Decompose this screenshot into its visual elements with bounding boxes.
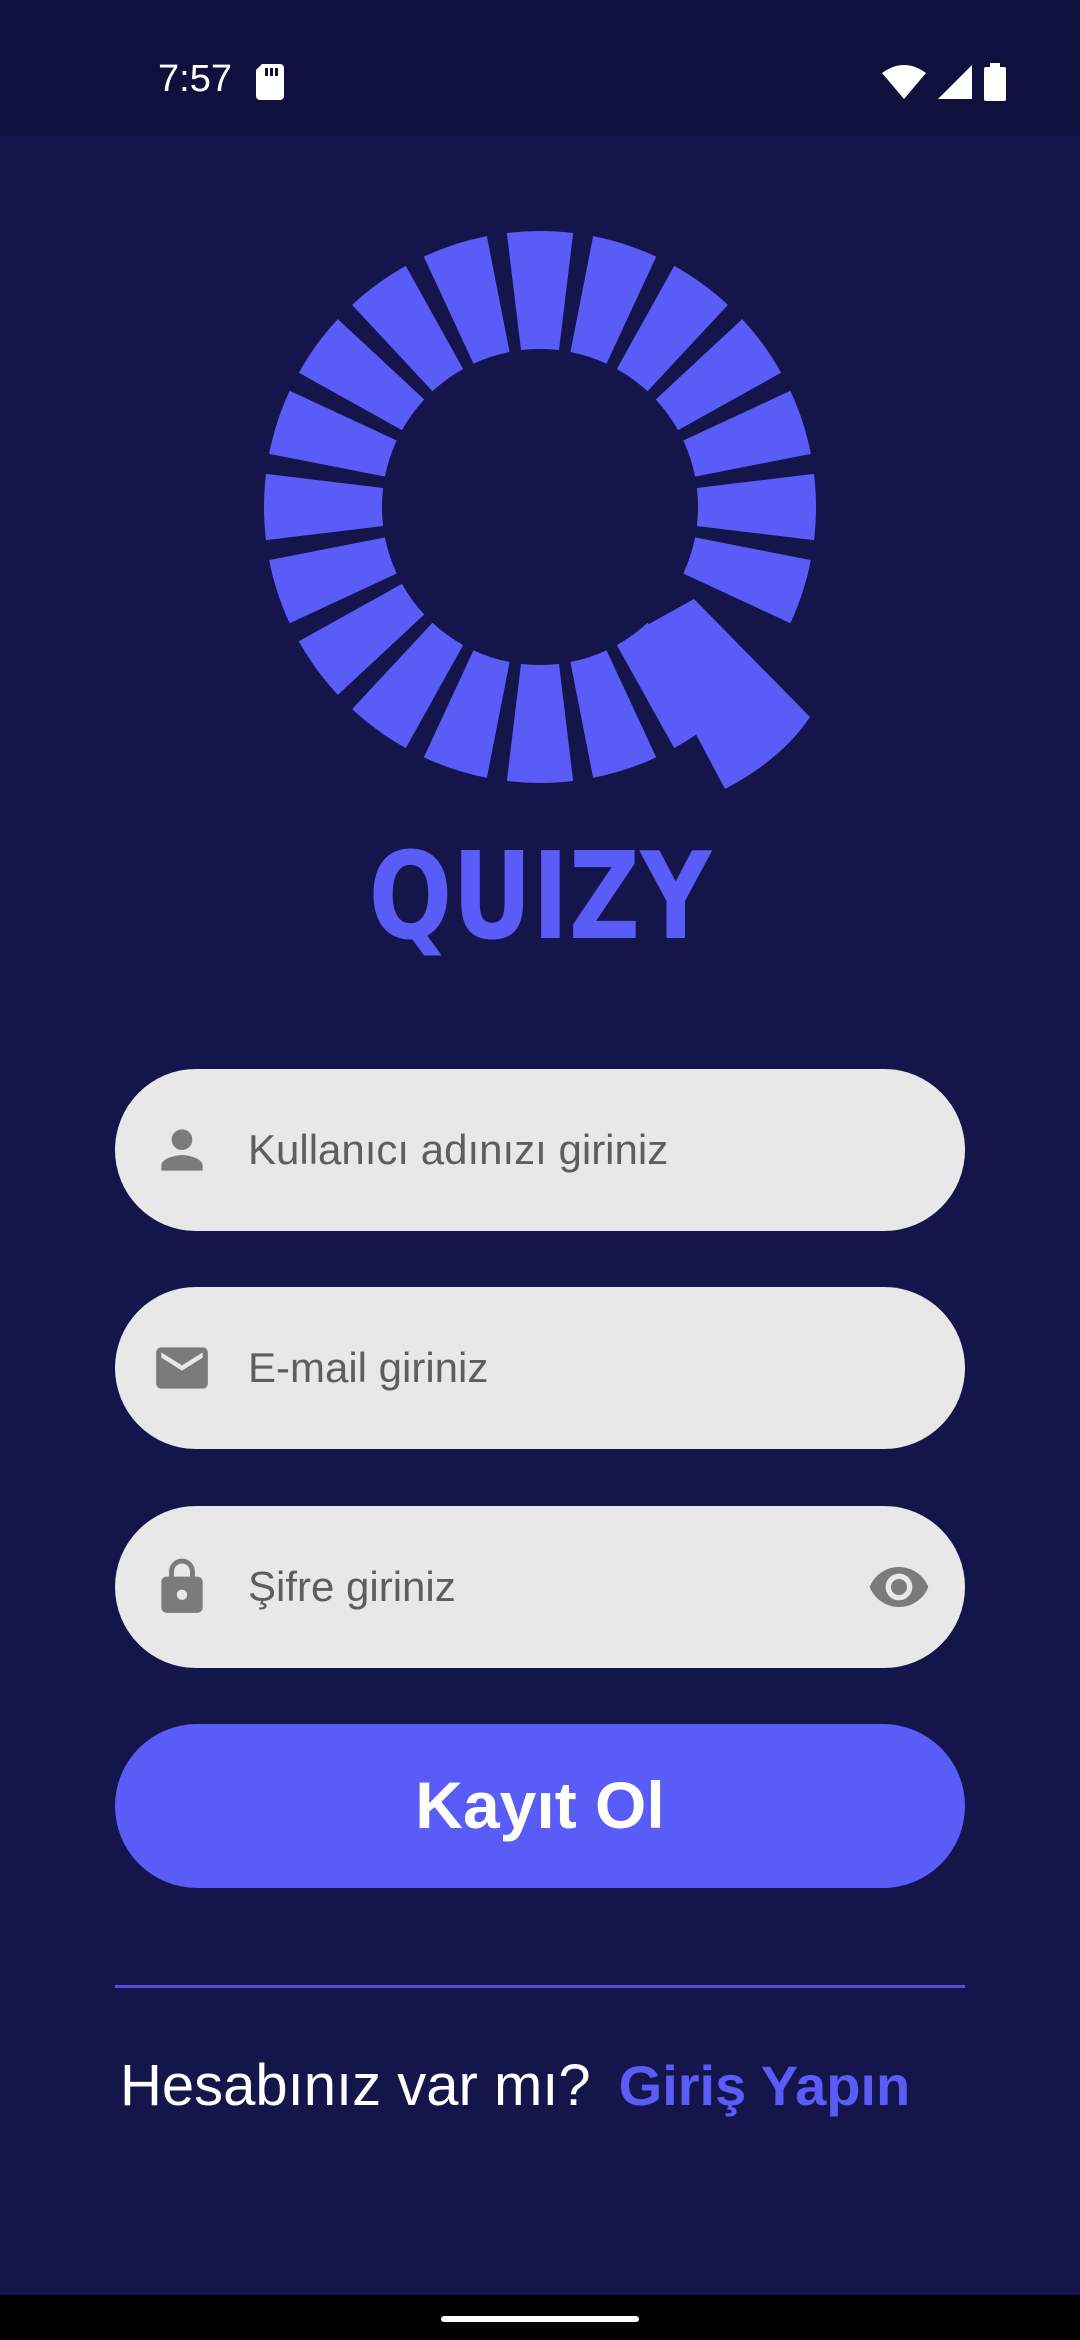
mail-icon — [156, 1347, 208, 1389]
logo-segment — [506, 663, 574, 784]
logo-segment — [696, 473, 816, 541]
eye-icon[interactable] — [867, 1555, 931, 1619]
status-icons — [882, 62, 1006, 102]
email-field[interactable]: E-mail giriniz — [115, 1287, 965, 1449]
person-icon — [161, 1129, 203, 1171]
username-field[interactable]: Kullanıcı adınızı giriniz — [115, 1069, 965, 1231]
login-prompt: Hesabınız var mı? Giriş Yapın — [120, 2052, 910, 2119]
home-gesture-handle[interactable] — [441, 2316, 639, 2322]
register-screen: 7:57 QUIZY Kullanıcı adınızı giriniz E-m… — [0, 0, 1080, 2340]
cell-signal-icon — [938, 65, 972, 99]
username-placeholder: Kullanıcı adınızı giriniz — [248, 1126, 669, 1173]
status-bar: 7:57 — [0, 0, 1080, 136]
divider — [115, 1985, 965, 1988]
q-logo-icon — [264, 231, 816, 789]
login-question: Hesabınız var mı? — [120, 2053, 591, 2118]
wifi-icon — [882, 65, 926, 99]
logo-segment — [506, 231, 574, 351]
logo-segment — [264, 473, 384, 541]
password-field[interactable]: Şifre giriniz — [115, 1506, 965, 1668]
email-placeholder: E-mail giriniz — [248, 1344, 489, 1391]
register-button[interactable]: Kayıt Ol — [115, 1724, 965, 1888]
status-time: 7:57 — [158, 58, 232, 100]
quizy-logo — [262, 224, 818, 790]
app-title: QUIZY — [368, 828, 712, 967]
login-link[interactable]: Giriş Yapın — [619, 2053, 911, 2118]
password-placeholder: Şifre giriniz — [248, 1563, 456, 1610]
sd-card-icon — [256, 64, 284, 100]
battery-icon — [984, 63, 1006, 101]
lock-icon — [161, 1558, 203, 1613]
